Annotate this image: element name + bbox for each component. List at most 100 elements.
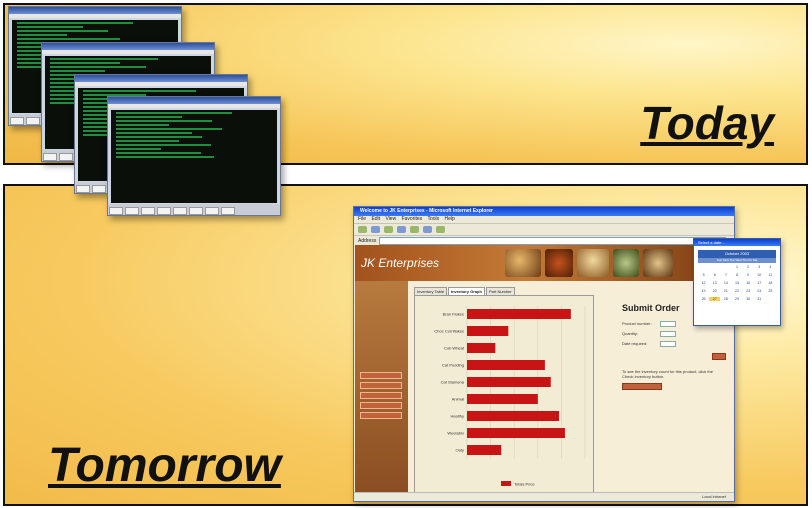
calendar-day[interactable]: 3	[754, 265, 765, 269]
calendar-day	[720, 265, 731, 269]
calendar-grid: 1 2 3 4 5 6 7 8 9 10 11 12 13 14 15 16 17 18 19 20 21 22 23 24 2…	[698, 265, 776, 301]
address-label: Address	[358, 237, 377, 244]
quantity-input[interactable]	[660, 331, 676, 337]
month-header: October 2003	[698, 250, 776, 258]
calendar-day[interactable]: 31	[754, 297, 765, 301]
site-title: JK Enterprises	[361, 256, 440, 270]
calendar-day[interactable]: 30	[743, 297, 754, 301]
calendar-day[interactable]: 6	[709, 273, 720, 277]
sidebar-links	[359, 289, 408, 294]
calendar-day[interactable]: 10	[754, 273, 765, 277]
status-bar: Local intranet	[354, 492, 734, 501]
calendar-day[interactable]: 23	[743, 289, 754, 293]
refresh-icon	[384, 226, 393, 233]
chart-bar	[467, 309, 571, 319]
favorites-icon	[423, 226, 432, 233]
date-picker-title: Select a date...	[694, 239, 780, 246]
calendar-day[interactable]: 20	[709, 289, 720, 293]
browser-title: Welcome to JK Enterprises - Microsoft In…	[354, 207, 734, 216]
calendar-day[interactable]: 24	[754, 289, 765, 293]
calendar-day[interactable]: 21	[720, 289, 731, 293]
terminal-window	[107, 96, 281, 216]
banner-photo	[505, 249, 541, 277]
calendar-day[interactable]: 17	[754, 281, 765, 285]
quantity-label: Quantity:	[622, 331, 639, 336]
legend-swatch	[501, 481, 511, 486]
chart-bar	[467, 343, 496, 353]
inventory-bar-chart: Bran Flakes Choc Cornflakes Cob Wheat Cat P…	[434, 306, 586, 487]
category-label: Healthy	[450, 414, 464, 419]
calendar-day[interactable]: 8	[731, 273, 742, 277]
sidebar-button[interactable]	[360, 402, 402, 409]
category-label: Weetabix	[447, 431, 464, 436]
banner-photo	[613, 249, 639, 277]
check-inventory-button[interactable]	[622, 383, 662, 390]
chart-bar	[467, 394, 538, 404]
today-label: Today	[640, 97, 774, 149]
chart-bar	[467, 360, 545, 370]
category-label: Cat Pudding	[442, 363, 464, 368]
calendar-day[interactable]: 18	[765, 281, 776, 285]
calendar-day[interactable]: 15	[731, 281, 742, 285]
weekday-header: Sun Mon Tue Wed Thu Fri Sat	[698, 258, 776, 263]
chart-bar	[467, 445, 502, 455]
date-label: Date required:	[622, 341, 648, 346]
chart-bar	[467, 411, 560, 421]
category-label: Cat Stamena	[441, 380, 465, 385]
banner-photo	[643, 249, 673, 277]
date-input[interactable]	[660, 341, 676, 347]
calendar-day[interactable]: 2	[743, 265, 754, 269]
submit-order-heading: Submit Order	[622, 303, 680, 313]
media-icon	[436, 226, 445, 233]
address-bar: Address	[354, 236, 734, 245]
category-label: Cob Wheat	[444, 346, 465, 351]
calendar-day[interactable]: 12	[698, 281, 709, 285]
category-label: Oaty	[456, 448, 464, 453]
calendar-day[interactable]: 13	[709, 281, 720, 285]
calendar-day[interactable]: 9	[743, 273, 754, 277]
calendar-day[interactable]: 19	[698, 289, 709, 293]
calendar-day[interactable]: 22	[731, 289, 742, 293]
calendar-day[interactable]: 28	[720, 297, 731, 301]
site-banner: JK Enterprises	[355, 245, 733, 281]
calendar-day[interactable]: 29	[731, 297, 742, 301]
address-field	[379, 236, 726, 245]
calendar-day[interactable]: 7	[720, 273, 731, 277]
browser-menu: File Edit View Favorites Tools Help	[354, 216, 734, 224]
product-input[interactable]	[660, 321, 676, 327]
category-label: Bran Flakes	[443, 312, 464, 317]
legend-label: Totals Price	[514, 482, 535, 487]
tomorrow-label: Tomorrow	[48, 439, 281, 492]
chart-bar	[467, 428, 565, 438]
site-sidebar	[355, 281, 408, 493]
sidebar-button[interactable]	[360, 412, 402, 419]
site-content: Inventory Table Inventory Graph Part Num…	[408, 281, 733, 494]
calendar-day[interactable]: 14	[720, 281, 731, 285]
chart-bar	[467, 377, 551, 387]
calendar-day[interactable]: 25	[765, 289, 776, 293]
calendar-day	[698, 265, 709, 269]
forward-icon	[371, 226, 380, 233]
chart-bar	[467, 326, 509, 336]
back-icon	[358, 226, 367, 233]
calendar-day[interactable]: 11	[765, 273, 776, 277]
sidebar-button[interactable]	[360, 382, 402, 389]
calendar-day	[709, 265, 720, 269]
calendar-day[interactable]: 4	[765, 265, 776, 269]
category-label: Animal	[452, 397, 464, 402]
home-icon	[397, 226, 406, 233]
sidebar-button[interactable]	[360, 372, 402, 379]
browser-window: Welcome to JK Enterprises - Microsoft In…	[353, 206, 735, 502]
calendar-day[interactable]: 27	[709, 297, 721, 301]
calendar-day[interactable]: 1	[731, 265, 742, 269]
sidebar-button[interactable]	[360, 392, 402, 399]
banner-photo	[545, 249, 573, 277]
browser-toolbar	[354, 224, 734, 236]
category-label: Choc Cornflakes	[434, 329, 464, 334]
calendar-day[interactable]: 16	[743, 281, 754, 285]
date-picker: Select a date... October 2003 Sun Mon Tu…	[693, 238, 781, 326]
calendar-day[interactable]: 5	[698, 273, 709, 277]
product-label: Product number:	[622, 321, 652, 326]
calendar-day[interactable]: 26	[698, 297, 709, 301]
submit-button[interactable]	[712, 353, 726, 360]
